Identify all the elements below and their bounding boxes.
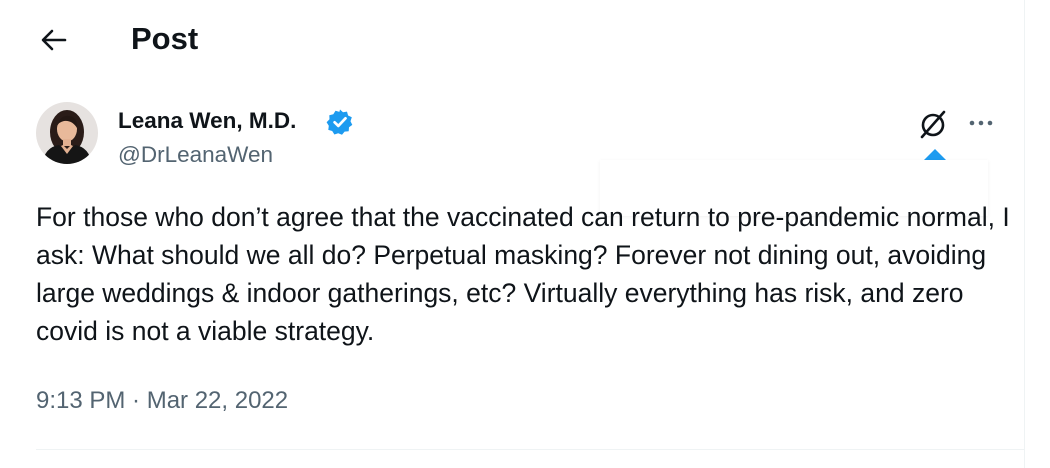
- back-button[interactable]: [38, 24, 70, 56]
- page-title: Post: [131, 21, 199, 56]
- author-name[interactable]: Leana Wen, M.D.: [118, 106, 296, 136]
- more-button[interactable]: [966, 110, 996, 136]
- avatar[interactable]: [36, 102, 98, 164]
- column-border: [1024, 0, 1025, 468]
- profile-photo: [36, 102, 98, 164]
- arrow-left-icon: [41, 29, 67, 51]
- verified-badge-icon[interactable]: [326, 108, 354, 136]
- slashed-circle-icon: [920, 110, 946, 139]
- post-text: For those who don’t agree that the vacci…: [36, 202, 1010, 346]
- grok-button[interactable]: [916, 106, 952, 142]
- divider: [36, 449, 1024, 450]
- author-handle[interactable]: @DrLeanaWen: [118, 140, 273, 170]
- ellipsis-icon: [969, 120, 993, 126]
- post-timestamp[interactable]: 9:13 PM · Mar 22, 2022: [36, 385, 288, 417]
